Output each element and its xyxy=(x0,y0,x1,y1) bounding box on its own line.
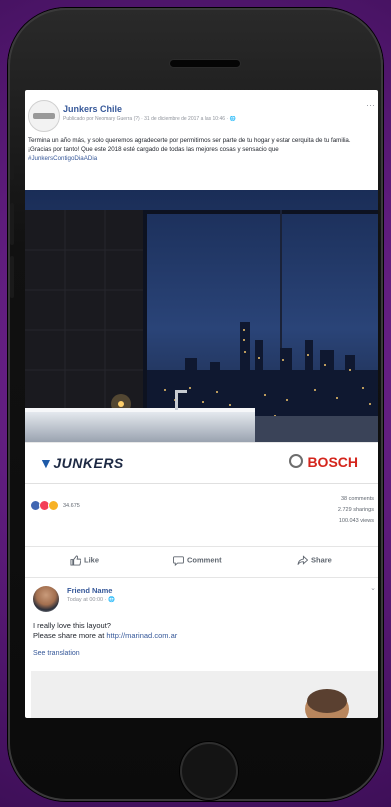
share-button[interactable]: Share xyxy=(297,555,332,566)
comment-photo xyxy=(31,671,378,718)
see-translation-link[interactable]: See translation xyxy=(33,650,80,657)
friend-name[interactable]: Friend Name xyxy=(67,586,112,595)
phone-screen: Junkers Chile Publicado por Neomary Guer… xyxy=(25,90,378,718)
junkers-logo: ▼JUNKERS xyxy=(39,455,124,471)
reactions-count: 34.675 xyxy=(63,502,80,509)
post-image[interactable] xyxy=(25,190,378,442)
bathroom-city-view-image xyxy=(25,190,378,442)
post-body: Termina un año más, y solo queremos agra… xyxy=(28,137,351,153)
post-stats: 34.675 38 comments 2.729 sharings 100.04… xyxy=(25,486,378,540)
post-actions-bar: Like Comment Share xyxy=(25,546,378,578)
views-count: 100.043 views xyxy=(338,518,374,524)
haha-reaction-icon xyxy=(48,500,59,512)
earpiece-speaker xyxy=(170,60,240,67)
comment-timestamp: Today at 00:00 · 🌐 xyxy=(67,597,115,603)
reactions-summary[interactable]: 34.675 xyxy=(30,497,80,515)
post-header: Junkers Chile Publicado por Neomary Guer… xyxy=(25,90,378,134)
comment-bubble-icon xyxy=(173,556,184,567)
comment-link[interactable]: http://marinad.com.ar xyxy=(106,631,177,640)
friend-avatar[interactable] xyxy=(33,586,59,612)
comment-button[interactable]: Comment xyxy=(173,555,222,567)
comment-image[interactable] xyxy=(31,671,378,718)
comment-more-icon[interactable]: ⌄ xyxy=(370,584,376,592)
share-arrow-icon xyxy=(297,555,309,565)
more-options-icon[interactable]: ··· xyxy=(366,101,375,110)
volume-up-button xyxy=(10,203,14,245)
comment-line-2: Please share more at http://marinad.com.… xyxy=(33,631,177,641)
comments-count[interactable]: 38 comments xyxy=(341,496,374,502)
post-text: Termina un año más, y solo queremos agra… xyxy=(28,136,375,163)
thumbs-up-icon xyxy=(70,555,82,566)
volume-down-button xyxy=(10,256,14,298)
bosch-logo-text: BOSCH xyxy=(307,454,358,470)
shares-count[interactable]: 2.729 sharings xyxy=(338,507,374,513)
post-meta: Publicado por Neomary Guerra (?) · 31 de… xyxy=(63,116,236,122)
like-button[interactable]: Like xyxy=(70,555,99,566)
bosch-ring-icon xyxy=(289,454,304,469)
junkers-logo-text: JUNKERS xyxy=(53,455,124,471)
brand-logos-bar: ▼JUNKERS BOSCH xyxy=(25,442,378,484)
share-label: Share xyxy=(311,555,332,565)
post-hashtag[interactable]: #JunkersContigoDiaADia xyxy=(28,154,375,163)
comment-label: Comment xyxy=(187,555,222,565)
comment-text: I really love this layout? Please share … xyxy=(33,621,177,641)
comment-line-1: I really love this layout? xyxy=(33,621,111,630)
mute-switch xyxy=(10,158,14,180)
comment-block: Friend Name Today at 00:00 · 🌐 ⌄ I reall… xyxy=(25,578,378,718)
comment-line-2-prefix: Please share more at xyxy=(33,631,107,640)
bosch-logo: BOSCH xyxy=(289,454,358,470)
page-avatar[interactable] xyxy=(28,100,60,132)
like-label: Like xyxy=(84,555,100,565)
page-name[interactable]: Junkers Chile xyxy=(63,104,122,114)
home-button[interactable] xyxy=(180,742,238,800)
